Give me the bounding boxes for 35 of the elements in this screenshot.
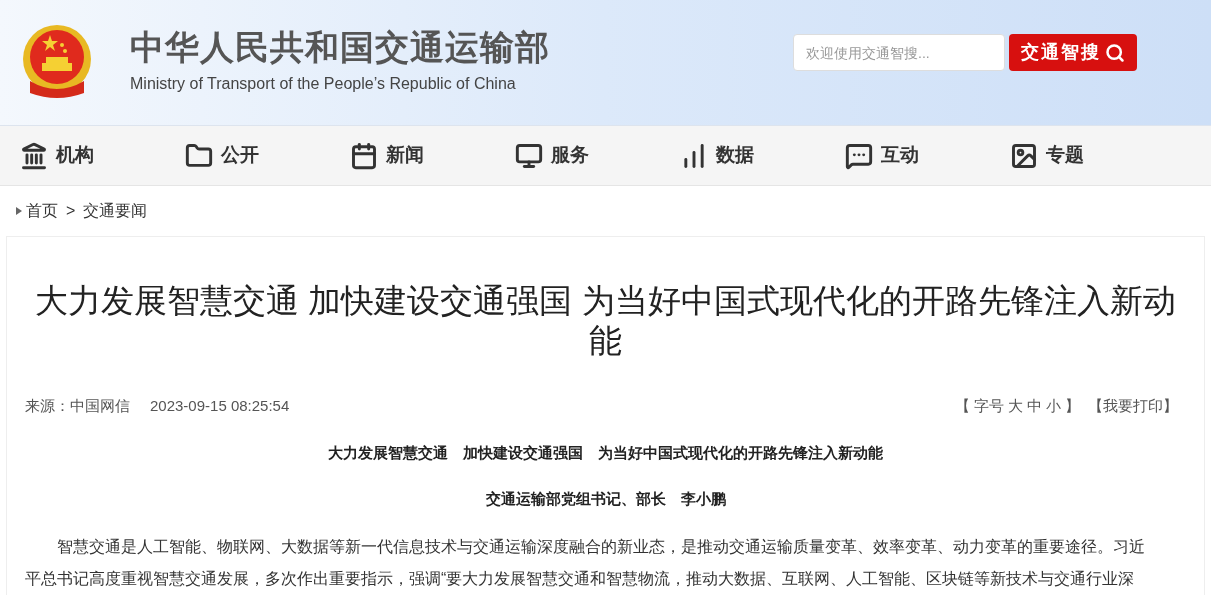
image-icon — [1010, 141, 1038, 170]
bracket: 】 — [1065, 396, 1080, 416]
nav-item[interactable]: 公开 — [185, 141, 350, 170]
site-subtitle: Ministry of Transport of the People’s Republic of China — [130, 73, 517, 94]
font-size-label: 字号 — [974, 396, 1004, 416]
nav-item[interactable]: 新闻 — [350, 141, 515, 170]
search-button[interactable]: 交通智搜 — [1009, 34, 1137, 71]
nav-item[interactable]: 机构 — [20, 141, 185, 170]
bracket: 【 — [955, 396, 970, 416]
article-paragraph: 智慧交通是人工智能、物联网、大数据等新一代信息技术与交通运输深度融合的新业态，是推动交通运输质量变革、效率变革、动力变革的重要途径。习近 平总书记高度重视智慧交通发展，多次作出重要指示，强调“要大力发展智慧交通和智慧物流，推动大数据、互联网、人工智能、区块链等新技术与交通行业深 — [25, 536, 1146, 589]
article-source: 来源：中国网信 — [25, 396, 130, 416]
bullet-icon — [16, 207, 22, 215]
nav-item[interactable]: 专题 — [1010, 141, 1175, 170]
chat-bubble-icon — [845, 141, 873, 170]
nav-item[interactable]: 数据 — [680, 141, 845, 170]
breadcrumb-separator: > — [66, 201, 76, 221]
breadcrumb-link[interactable]: 交通要闻 — [83, 199, 148, 223]
print-link[interactable]: 【我要打印】 — [1088, 395, 1178, 418]
calendar-icon — [350, 141, 378, 170]
search-field[interactable]: 欢迎使用交通智搜... — [793, 34, 1005, 71]
monitor-icon — [515, 141, 543, 170]
font-size-link[interactable]: 大 — [1008, 395, 1023, 418]
building-icon — [20, 141, 48, 170]
article-date: 2023-09-15 08:25:54 — [150, 396, 290, 416]
article-byline: 交通运输部党组书记、部长 李小鹏 — [484, 489, 727, 509]
folder-icon — [185, 141, 213, 170]
font-size-link[interactable]: 小 — [1046, 395, 1061, 418]
article-title: 大力发展智慧交通 加快建设交通强国 为当好中国式现代化的开路先锋注入新动能 — [34, 281, 1177, 361]
search-icon — [1105, 42, 1125, 63]
nav-item[interactable]: 互动 — [845, 141, 1010, 170]
font-size-link[interactable]: 中 — [1027, 395, 1042, 418]
nav-item[interactable]: 服务 — [515, 141, 680, 170]
breadcrumb-link[interactable]: 首页 — [26, 199, 58, 223]
article-headline: 大力发展智慧交通 加快建设交通强国 为当好中国式现代化的开路先锋注入新动能 — [327, 442, 884, 463]
site-title: 中华人民共和国交通运输部 — [130, 29, 550, 64]
